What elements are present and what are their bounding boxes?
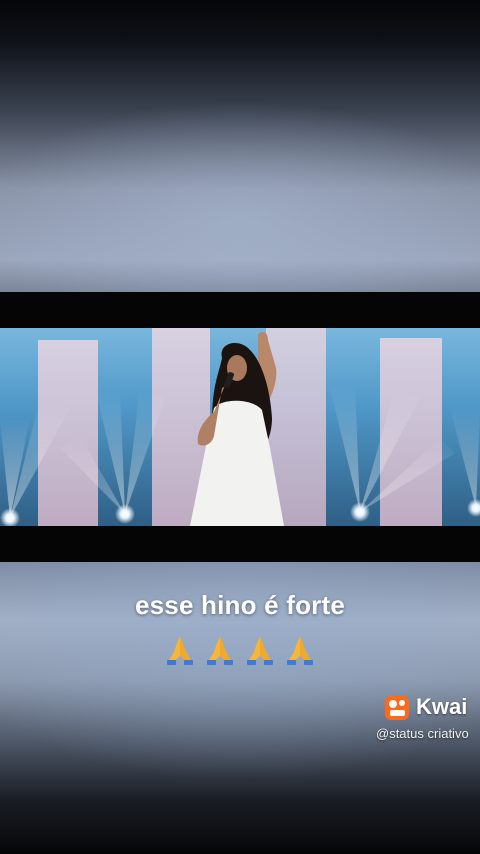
stage-scene xyxy=(0,328,480,526)
praying-hands-icon xyxy=(284,634,316,666)
kwai-watermark: Kwai xyxy=(384,693,467,721)
video-player-screen[interactable]: esse hino é forte Kwai @status criativo xyxy=(0,0,480,854)
kwai-logo-icon xyxy=(384,693,410,721)
letterbox-bottom-bar xyxy=(0,526,480,562)
video-frame[interactable] xyxy=(0,328,480,526)
watermark-username: @status criativo xyxy=(376,726,469,741)
praying-hands-icon xyxy=(164,634,196,666)
emoji-row xyxy=(0,634,480,666)
caption-text: esse hino é forte xyxy=(134,590,346,620)
praying-hands-icon xyxy=(244,634,276,666)
praying-hands-icon xyxy=(204,634,236,666)
kwai-brand-text: Kwai xyxy=(416,694,468,719)
letterbox-top-bar xyxy=(0,292,480,328)
